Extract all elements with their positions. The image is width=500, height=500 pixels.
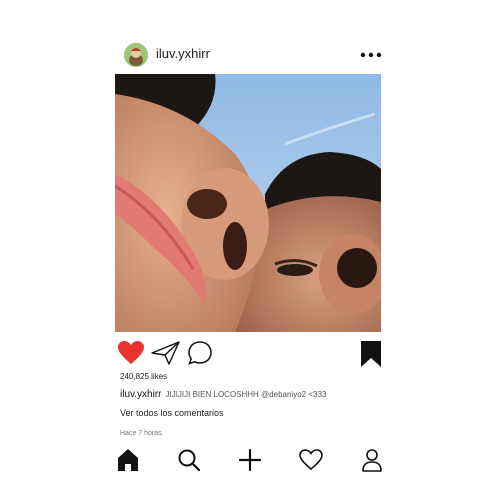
search-icon[interactable]: [176, 447, 202, 473]
bottom-nav: [113, 444, 385, 476]
profile-icon[interactable]: [359, 447, 385, 473]
post-header: iluv.yxhirr: [113, 36, 385, 72]
photo-illustration: [115, 74, 381, 332]
caption-text: JIJIJIJI BIEN LOCOSHHH @debaniyo2 <333: [165, 390, 327, 399]
post-card: iluv.yxhirr 240,825 likes iluv.yxhirr JI…: [113, 36, 385, 476]
avatar[interactable]: [124, 43, 148, 67]
view-comments-link[interactable]: Ver todos los comentarios: [120, 408, 224, 418]
share-paper-plane-icon[interactable]: [151, 340, 180, 366]
like-heart-icon[interactable]: [117, 340, 145, 366]
bookmark-save-icon[interactable]: [359, 340, 387, 367]
home-icon[interactable]: [115, 447, 141, 473]
likes-count[interactable]: 240,825 likes: [120, 372, 167, 381]
post-photo[interactable]: [115, 74, 381, 332]
post-timestamp: Hace 7 horas.: [120, 430, 164, 437]
post-caption: iluv.yxhirr JIJIJIJI BIEN LOCOSHHH @deban…: [120, 389, 326, 400]
heart-outline-icon[interactable]: [298, 447, 324, 473]
more-options-icon[interactable]: [360, 52, 382, 58]
post-actions: [113, 336, 385, 370]
comment-bubble-icon[interactable]: [186, 340, 214, 366]
post-username[interactable]: iluv.yxhirr: [156, 46, 210, 61]
avatar-illustration: [124, 43, 148, 67]
caption-username[interactable]: iluv.yxhirr: [120, 389, 161, 400]
plus-icon[interactable]: [237, 447, 263, 473]
